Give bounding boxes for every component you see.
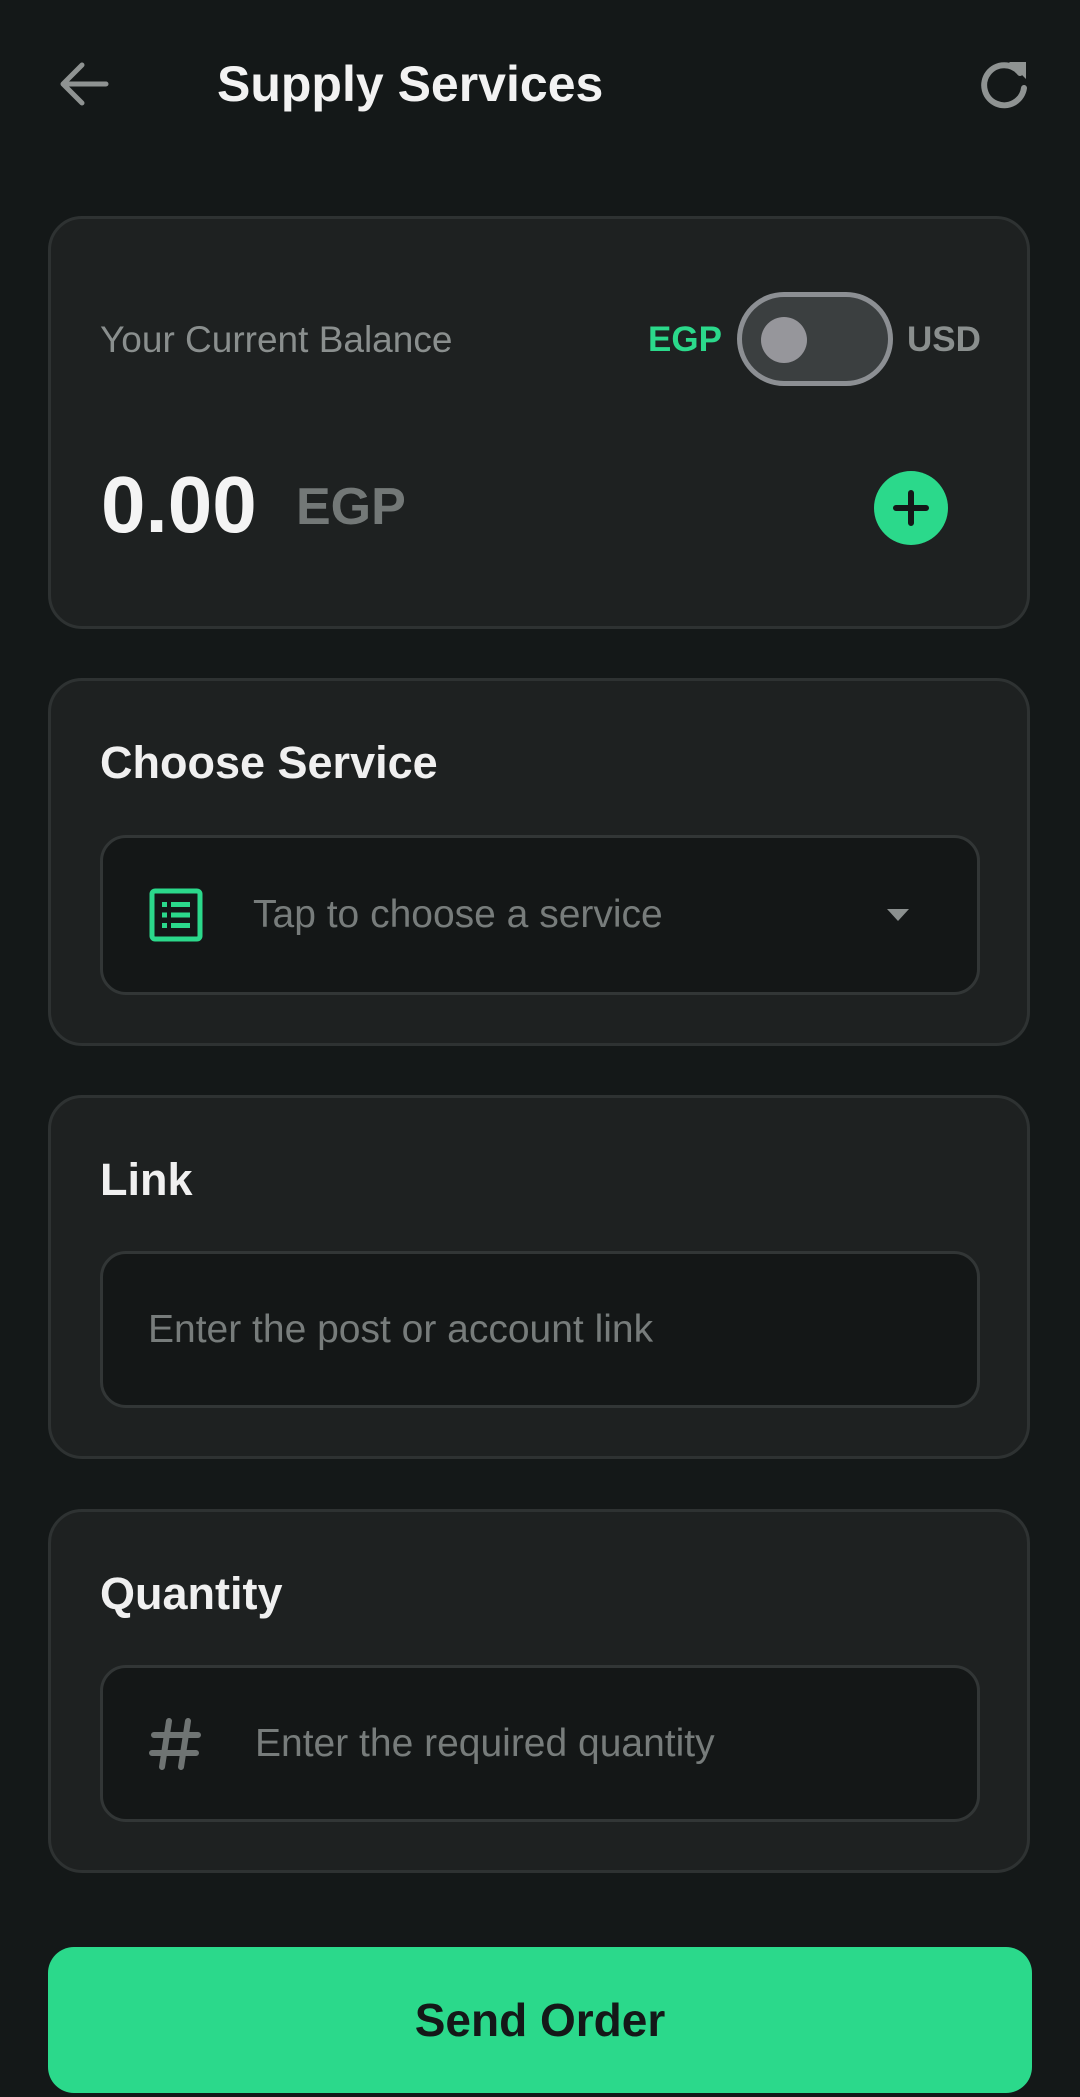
quantity-title: Quantity — [100, 1568, 283, 1619]
balance-card: Your Current Balance EGP USD 0.00 EGP — [48, 216, 1030, 629]
currency-egp-label[interactable]: EGP — [648, 320, 722, 360]
toggle-knob — [761, 317, 807, 363]
back-button[interactable] — [50, 50, 118, 118]
add-balance-button[interactable] — [874, 471, 948, 545]
refresh-button[interactable] — [970, 50, 1038, 118]
currency-toggle[interactable] — [737, 292, 893, 386]
hash-icon — [148, 1717, 202, 1771]
choose-service-card: Choose Service Tap to choose a service — [48, 678, 1030, 1046]
link-title: Link — [100, 1154, 193, 1205]
quantity-placeholder: Enter the required quantity — [255, 1721, 715, 1765]
quantity-input[interactable]: Enter the required quantity — [100, 1665, 980, 1822]
service-dropdown[interactable]: Tap to choose a service — [100, 835, 980, 995]
page-title: Supply Services — [217, 56, 604, 112]
arrow-left-icon — [60, 62, 109, 106]
service-placeholder: Tap to choose a service — [253, 893, 663, 936]
choose-service-title: Choose Service — [100, 737, 438, 788]
balance-currency: EGP — [296, 478, 406, 536]
link-placeholder: Enter the post or account link — [148, 1307, 654, 1351]
app-bar: Supply Services — [0, 0, 1080, 168]
currency-usd-label[interactable]: USD — [907, 320, 981, 360]
plus-icon — [893, 490, 929, 526]
link-card: Link Enter the post or account link — [48, 1095, 1030, 1459]
quantity-card: Quantity Enter the required quantity — [48, 1509, 1030, 1873]
list-icon — [148, 887, 204, 943]
link-input[interactable]: Enter the post or account link — [100, 1251, 980, 1408]
caret-down-icon — [887, 909, 909, 921]
refresh-icon — [981, 62, 1027, 109]
balance-label: Your Current Balance — [100, 319, 453, 360]
send-order-button[interactable]: Send Order — [48, 1947, 1032, 2093]
balance-amount: 0.00 — [101, 460, 257, 549]
